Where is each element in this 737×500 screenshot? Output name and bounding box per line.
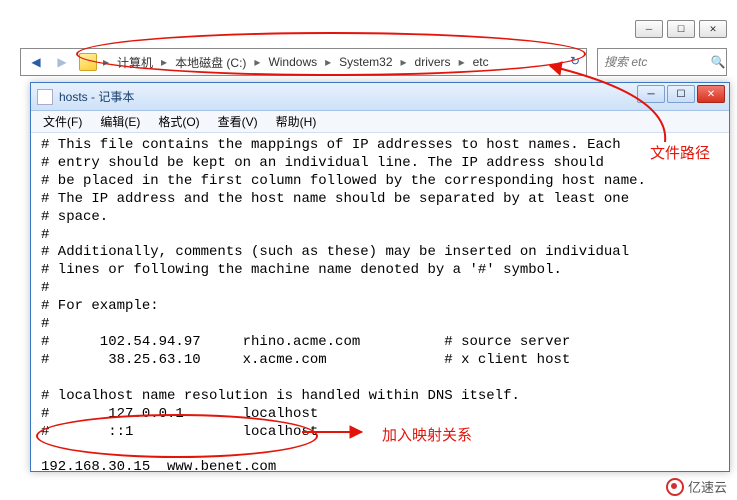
menu-edit[interactable]: 编辑(E)	[92, 111, 148, 132]
maximize-button[interactable]: ☐	[667, 20, 695, 38]
menu-format[interactable]: 格式(O)	[150, 111, 207, 132]
annotation-path-label: 文件路径	[650, 142, 710, 163]
menu-help[interactable]: 帮助(H)	[268, 111, 325, 132]
close-button[interactable]: ✕	[699, 20, 727, 38]
back-button[interactable]: ◀	[23, 50, 49, 74]
watermark-text: 亿速云	[688, 477, 727, 496]
menu-view[interactable]: 查看(V)	[210, 111, 266, 132]
annotation-ellipse-mapping	[36, 414, 318, 458]
annotation-arrow-mapping	[298, 420, 378, 444]
annotation-ellipse-path	[76, 32, 586, 76]
menu-file[interactable]: 文件(F)	[35, 111, 90, 132]
annotation-arrow-path	[540, 60, 690, 150]
watermark-icon	[666, 478, 684, 496]
search-icon[interactable]: 🔍	[710, 55, 726, 69]
watermark: 亿速云	[666, 477, 727, 496]
close-button[interactable]: ✕	[697, 85, 725, 103]
forward-button[interactable]: ▶	[49, 50, 75, 74]
notepad-title: hosts - 记事本	[59, 88, 134, 105]
minimize-button[interactable]: ─	[635, 20, 663, 38]
annotation-mapping-label: 加入映射关系	[382, 424, 472, 445]
explorer-window-controls: ─ ☐ ✕	[635, 20, 727, 38]
notepad-icon	[37, 89, 53, 105]
